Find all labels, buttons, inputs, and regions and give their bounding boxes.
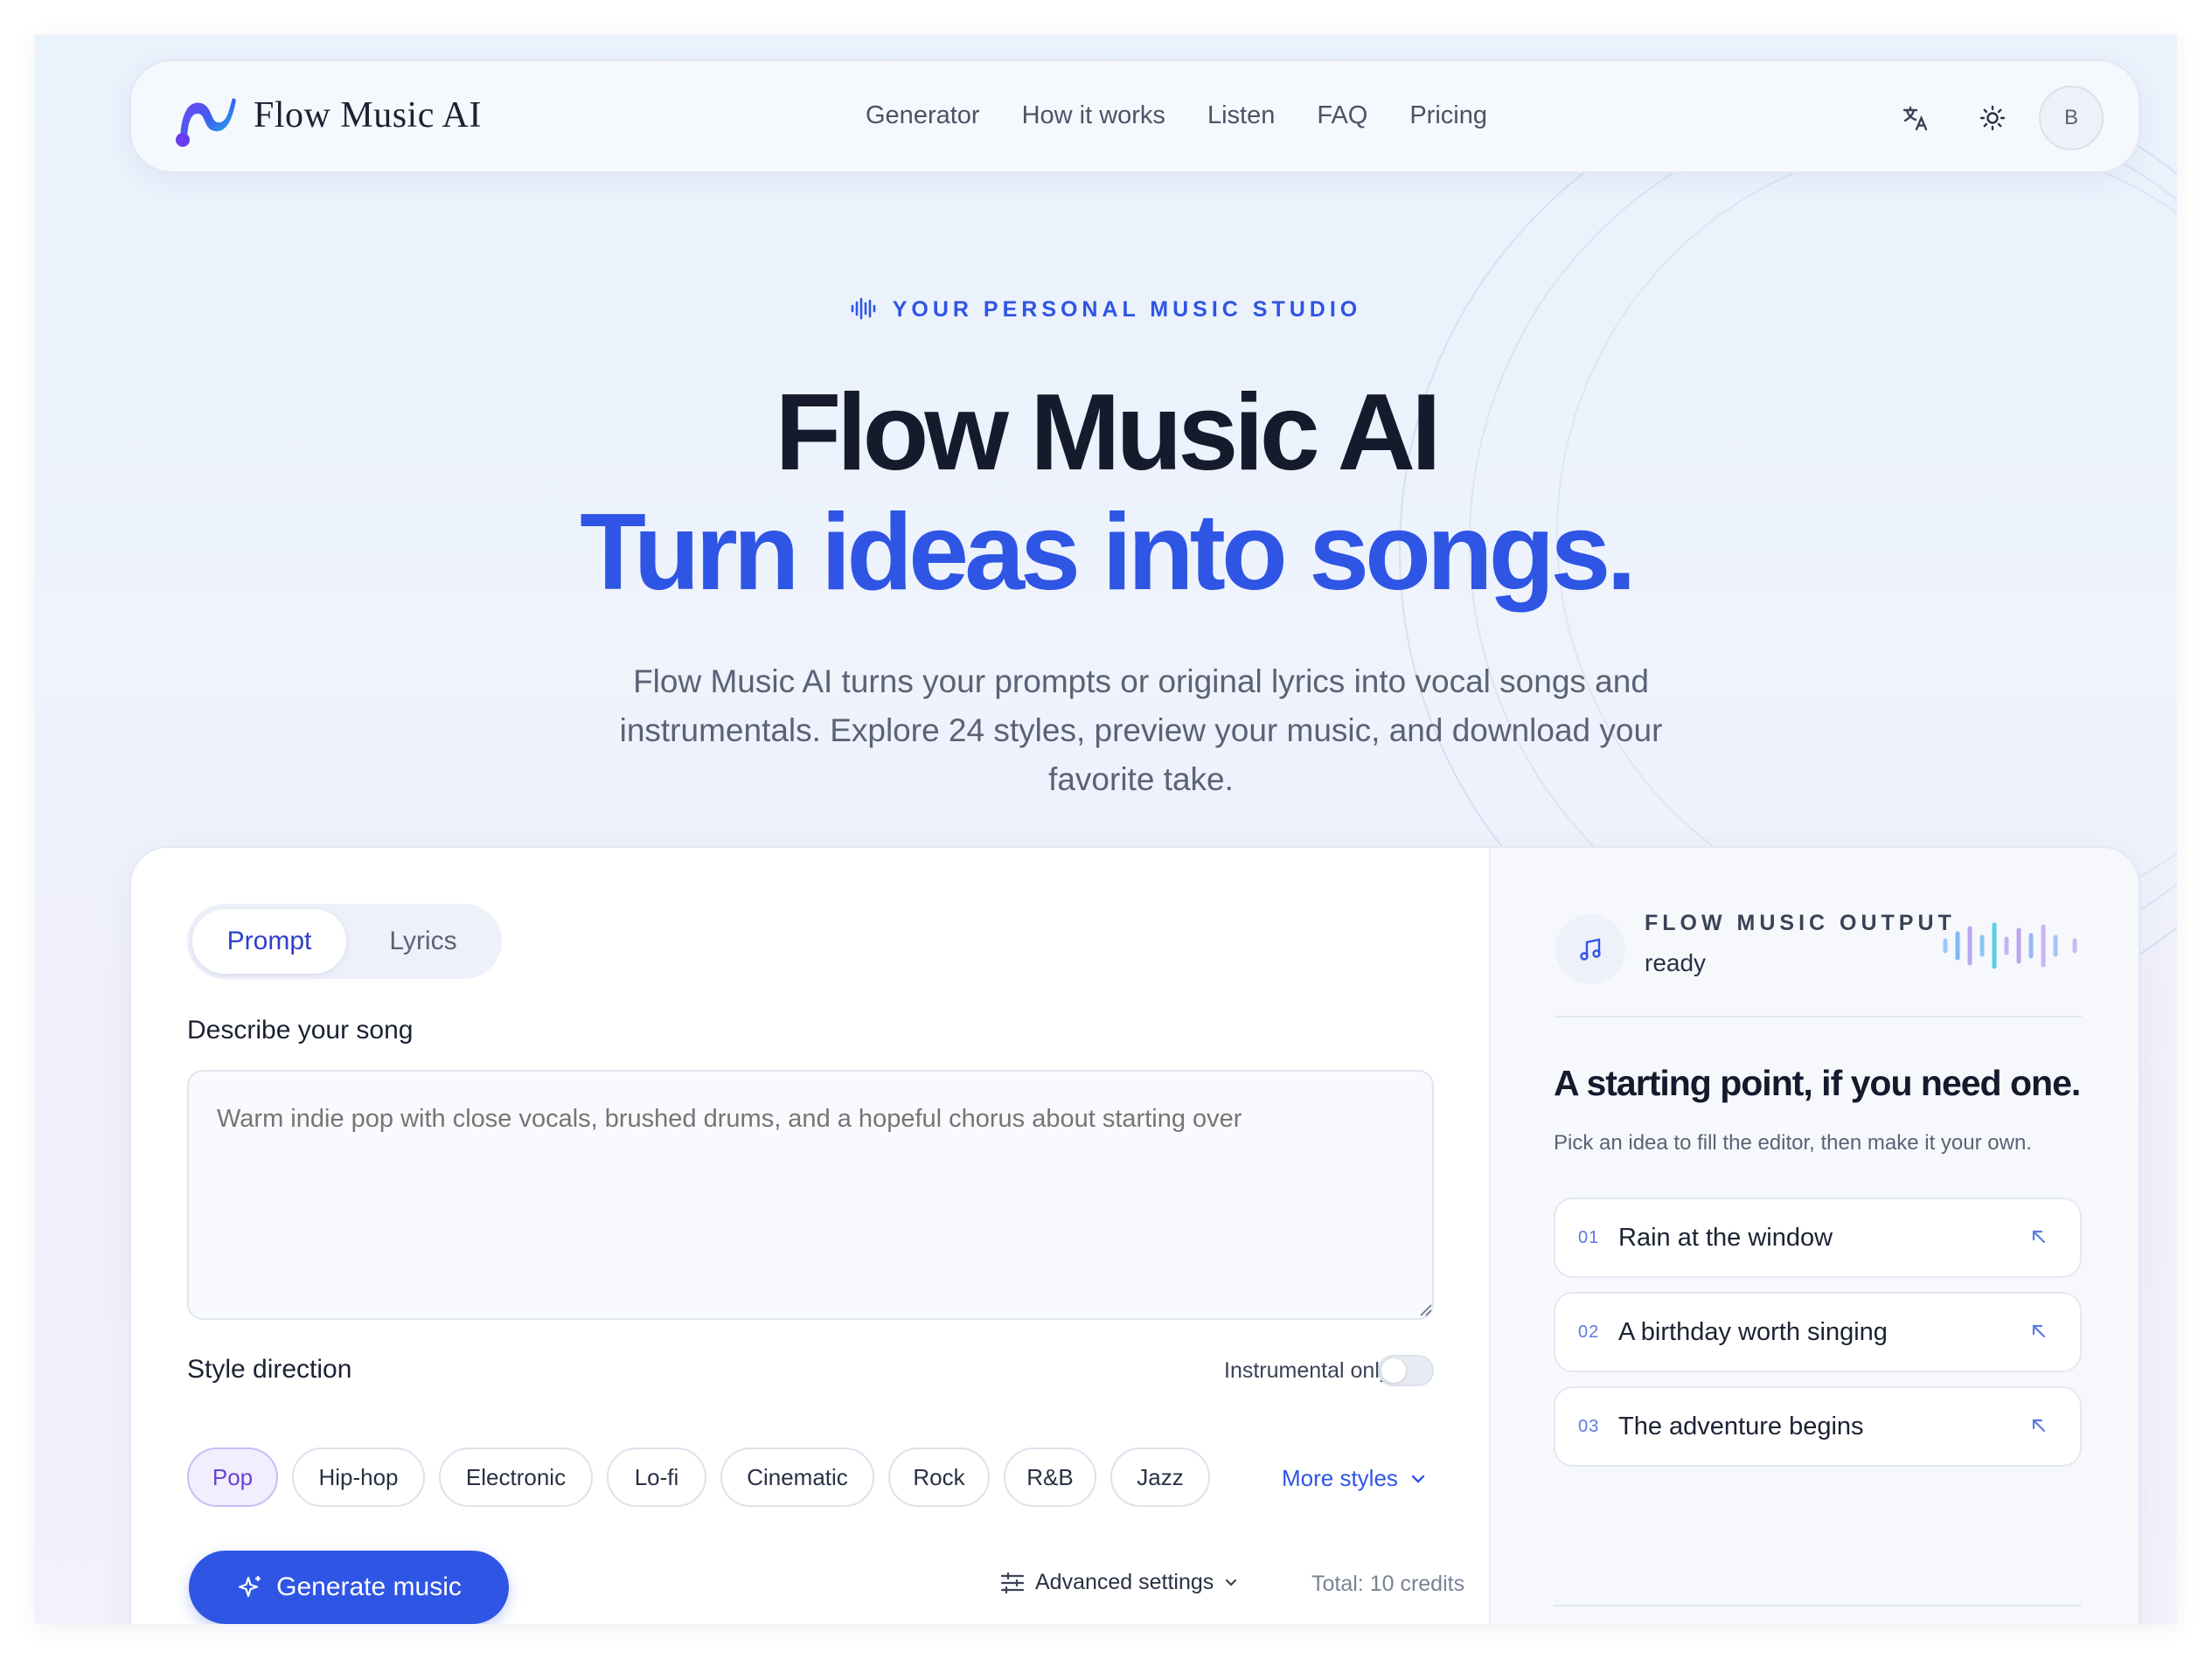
nav-link-listen[interactable]: Listen	[1207, 101, 1275, 130]
idea-text: A birthday worth singing	[1618, 1318, 1888, 1346]
idea-card[interactable]: 01 Rain at the window	[1554, 1197, 2082, 1278]
style-chip-cinematic[interactable]: Cinematic	[720, 1447, 874, 1507]
brand-name[interactable]: Flow Music AI	[254, 94, 482, 136]
credits-total: Total: 10 credits	[1311, 1572, 1465, 1596]
arrow-up-left-icon	[2032, 1324, 2046, 1338]
sliders-icon	[1000, 1572, 1025, 1593]
toggle-knob	[1381, 1358, 1406, 1383]
idea-number: 03	[1578, 1417, 1600, 1436]
style-chip-rock[interactable]: Rock	[888, 1447, 990, 1507]
chevron-down-icon	[1411, 1475, 1425, 1483]
sparkle-icon	[239, 1576, 261, 1598]
hero-eyebrow: YOUR PERSONAL MUSIC STUDIO	[35, 297, 2177, 323]
output-panel: FLOW MUSIC OUTPUT ready A starting point…	[1489, 848, 2139, 1624]
mode-tabs: Prompt Lyrics	[187, 904, 502, 979]
starting-point-title: A starting point, if you need one.	[1554, 1063, 2081, 1103]
advanced-settings-button[interactable]: Advanced settings	[1000, 1570, 1238, 1595]
nav-link-faq[interactable]: FAQ	[1317, 101, 1367, 130]
advanced-settings-label: Advanced settings	[1035, 1570, 1214, 1594]
audio-waveform-icon	[1943, 922, 2077, 969]
sun-icon[interactable]	[1972, 98, 2013, 138]
translate-icon[interactable]	[1896, 98, 1936, 138]
describe-label: Describe your song	[187, 1016, 414, 1045]
divider	[1554, 1605, 2082, 1607]
logo-icon[interactable]	[175, 91, 236, 147]
style-chip-electronic[interactable]: Electronic	[439, 1447, 593, 1507]
divider	[1554, 1016, 2082, 1017]
arrow-up-left-icon	[2032, 1230, 2046, 1244]
page-frame: Flow Music AI Generator How it works Lis…	[35, 35, 2177, 1624]
idea-number: 02	[1578, 1322, 1600, 1342]
hero-title-accent: Turn ideas into songs.	[580, 492, 1637, 613]
arrow-up-left-icon	[2032, 1419, 2046, 1433]
style-direction-label: Style direction	[187, 1355, 352, 1384]
resize-grip-icon[interactable]	[1418, 1302, 1432, 1316]
more-styles-label: More styles	[1282, 1465, 1398, 1491]
avatar[interactable]: B	[2039, 86, 2104, 150]
chevron-down-icon	[1226, 1579, 1237, 1586]
nav-links: Generator How it works Listen FAQ Pricin…	[866, 101, 1487, 130]
hero-title: Flow Music AI	[775, 372, 1441, 493]
more-styles-button[interactable]: More styles	[1282, 1465, 1426, 1492]
idea-card[interactable]: 02 A birthday worth singing	[1554, 1292, 2082, 1372]
instrumental-toggle[interactable]	[1378, 1355, 1434, 1386]
generate-music-label: Generate music	[276, 1572, 462, 1601]
idea-text: The adventure begins	[1618, 1413, 1864, 1440]
nav-link-generator[interactable]: Generator	[866, 101, 980, 130]
tab-lyrics[interactable]: Lyrics	[353, 909, 493, 974]
prompt-input[interactable]	[187, 1070, 1434, 1320]
generator-card: Prompt Lyrics Describe your song Style d…	[129, 846, 2140, 1624]
hero-eyebrow-text: YOUR PERSONAL MUSIC STUDIO	[892, 297, 1362, 322]
waveform-icon	[851, 297, 876, 320]
style-chip-jazz[interactable]: Jazz	[1110, 1447, 1210, 1507]
output-title: FLOW MUSIC OUTPUT	[1645, 911, 1956, 935]
starting-point-subtitle: Pick an idea to fill the editor, then ma…	[1554, 1131, 2032, 1155]
idea-text: Rain at the window	[1618, 1224, 1833, 1252]
generate-music-button[interactable]: Generate music	[189, 1551, 509, 1624]
instrumental-label: Instrumental only	[1224, 1358, 1391, 1383]
output-status: ready	[1645, 949, 1707, 976]
nav-link-how-it-works[interactable]: How it works	[1022, 101, 1165, 130]
style-chip-rnb[interactable]: R&B	[1004, 1447, 1096, 1507]
top-navbar: Flow Music AI Generator How it works Lis…	[129, 59, 2140, 173]
idea-card[interactable]: 03 The adventure begins	[1554, 1386, 2082, 1467]
nav-link-pricing[interactable]: Pricing	[1409, 101, 1487, 130]
style-chip-lo-fi[interactable]: Lo-fi	[607, 1447, 706, 1507]
idea-number: 01	[1578, 1228, 1600, 1247]
style-chip-hip-hop[interactable]: Hip-hop	[292, 1447, 425, 1507]
style-chip-pop[interactable]: Pop	[187, 1447, 278, 1507]
music-note-icon	[1555, 914, 1625, 984]
hero-subtitle: Flow Music AI turns your prompts or orig…	[619, 663, 1663, 797]
tab-prompt[interactable]: Prompt	[192, 909, 346, 974]
